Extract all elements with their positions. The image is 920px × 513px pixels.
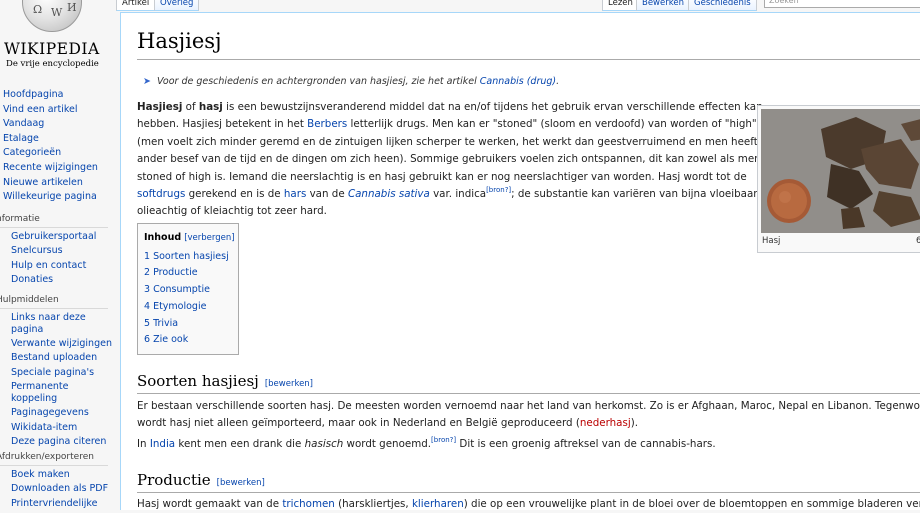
article-content: Hasjiesj ➤ Voor de geschiedenis en achter…: [120, 12, 920, 510]
nav-deze-pagina-citeren[interactable]: Deze pagina citeren: [0, 435, 120, 449]
puzzle-globe-icon: Ω W И: [22, 0, 82, 32]
logo-wordmark: WIKIPEDIA: [4, 40, 100, 58]
toc-title: Inhoud: [144, 232, 182, 243]
hashish-photo[interactable]: [761, 109, 920, 233]
toc-header: Inhoud [verbergen]: [144, 232, 235, 243]
nav-verwante-wijzigingen[interactable]: Verwante wijzigingen: [0, 337, 120, 351]
search-input[interactable]: Zoeken: [764, 0, 920, 8]
link-klierharen[interactable]: klierharen: [412, 498, 464, 510]
section-soorten-paragraph-2: In India kent men een drank die hasisch …: [137, 436, 716, 451]
sidebar: Ω W И WIKIPEDIA De vrije encyclopedie Ho…: [0, 0, 120, 510]
nav-speciale-paginas[interactable]: Speciale pagina's: [0, 366, 120, 380]
nav-hulp-en-contact[interactable]: Hulp en contact: [0, 258, 120, 272]
toc-entry-4[interactable]: 4 Etymologie: [144, 301, 206, 312]
nav-downloaden-als-pdf[interactable]: Downloaden als PDF: [0, 482, 120, 496]
section-divider: [137, 393, 920, 394]
toc-entry-1[interactable]: 1 Soorten hasjiesj: [144, 251, 229, 262]
logo-tagline: De vrije encyclopedie: [6, 59, 99, 69]
intro-paragraph: Hasjiesj of hasj is een bewustzijnsveran…: [137, 101, 781, 218]
nav-categorieen[interactable]: Categorieën: [0, 146, 120, 161]
nav-printervriendelijke[interactable]: Printervriendelijke: [0, 496, 120, 510]
link-trichomen[interactable]: trichomen: [282, 498, 335, 510]
link-softdrugs[interactable]: softdrugs: [137, 188, 185, 200]
hatnote: ➤ Voor de geschiedenis en achtergronden v…: [143, 76, 560, 87]
nav-vandaag[interactable]: Vandaag: [0, 117, 120, 132]
link-nederhasj[interactable]: nederhasj: [580, 417, 631, 429]
section-productie-paragraph: Hasj wordt gemaakt van de trichomen (har…: [137, 498, 920, 510]
link-hars[interactable]: hars: [284, 188, 306, 200]
toc-entry-2[interactable]: 2 Productie: [144, 267, 198, 278]
tab-geschiedenis[interactable]: Geschiedenis: [688, 0, 757, 11]
nav-vind-een-artikel[interactable]: Vind een artikel: [0, 103, 120, 118]
nav-gebruikersportaal[interactable]: Gebruikersportaal: [0, 230, 120, 244]
toc-entry-3[interactable]: 3 Consumptie: [144, 284, 210, 295]
section-heading-productie: Productie [bewerken]: [137, 471, 265, 489]
nav-snelcursus[interactable]: Snelcursus: [0, 244, 120, 258]
citation-needed-link[interactable]: [bron?]: [486, 186, 511, 194]
nav-boek-maken[interactable]: Boek maken: [0, 468, 120, 482]
nav-wikidata-item[interactable]: Wikidata-item: [0, 421, 120, 435]
image-thumbnail: Hasj 6: [757, 105, 920, 253]
nav-heading-hulpmiddelen: Hulpmiddelen: [0, 293, 108, 309]
link-cannabis-sativa[interactable]: Cannabis sativa: [348, 188, 430, 200]
nav-paginagegevens[interactable]: Paginagegevens: [0, 406, 120, 420]
edit-section-soorten[interactable]: [bewerken]: [265, 379, 313, 389]
nav-links-naar-deze-pagina[interactable]: Links naar deze pagina: [0, 311, 91, 337]
toc-toggle[interactable]: [verbergen]: [184, 233, 234, 243]
image-caption-right: 6: [916, 236, 920, 246]
nav-nieuwe-artikelen[interactable]: Nieuwe artikelen: [0, 176, 120, 191]
nav-heading-afdrukken: Afdrukken/exporteren: [0, 450, 108, 466]
nav-hoofdpagina[interactable]: Hoofdpagina: [0, 88, 120, 103]
nav-afdrukken: Afdrukken/exporteren Boek maken Download…: [0, 450, 120, 511]
link-india[interactable]: India: [150, 438, 175, 450]
nav-informatie: nformatie Gebruikersportaal Snelcursus H…: [0, 212, 120, 287]
nav-willekeurige-pagina[interactable]: Willekeurige pagina: [0, 190, 120, 205]
page-title: Hasjiesj: [137, 29, 222, 53]
nav-etalage[interactable]: Etalage: [0, 132, 120, 147]
link-cannabis-drug[interactable]: Cannabis (drug): [480, 76, 556, 87]
wikipedia-logo[interactable]: Ω W И WIKIPEDIA De vrije encyclopedie: [0, 0, 120, 75]
nav-donaties[interactable]: Donaties: [0, 273, 120, 287]
tab-artikel[interactable]: Artikel: [116, 0, 156, 11]
section-divider-2: [137, 492, 920, 493]
toc-entry-6[interactable]: 6 Zie ook: [144, 334, 188, 345]
link-berbers[interactable]: Berbers: [307, 118, 347, 130]
citation-needed-link-2[interactable]: [bron?]: [431, 436, 456, 444]
section-soorten-paragraph: Er bestaan verschillende soorten hasj. D…: [137, 400, 920, 430]
tab-lezen[interactable]: Lezen: [602, 0, 639, 11]
nav-bestand-uploaden[interactable]: Bestand uploaden: [0, 351, 120, 365]
image-caption: Hasj: [762, 236, 781, 246]
nav-permanente-koppeling[interactable]: Permanente koppeling: [0, 380, 81, 406]
nav-heading-informatie: nformatie: [0, 212, 108, 228]
toc-entry-5[interactable]: 5 Trivia: [144, 318, 178, 329]
section-heading-soorten: Soorten hasjiesj [bewerken]: [137, 372, 313, 390]
edit-section-productie[interactable]: [bewerken]: [217, 478, 265, 488]
table-of-contents: Inhoud [verbergen] 1 Soorten hasjiesj 2 …: [137, 223, 239, 355]
nav-hulpmiddelen: Hulpmiddelen Links naar deze pagina Verw…: [0, 293, 120, 449]
nav-recente-wijzigingen[interactable]: Recente wijzigingen: [0, 161, 120, 176]
nav-main: Hoofdpagina Vind een artikel Vandaag Eta…: [0, 88, 120, 205]
title-divider: [137, 59, 920, 60]
arrow-icon: ➤: [143, 76, 151, 87]
tab-overleg[interactable]: Overleg: [154, 0, 200, 11]
tab-bewerken[interactable]: Bewerken: [636, 0, 690, 11]
